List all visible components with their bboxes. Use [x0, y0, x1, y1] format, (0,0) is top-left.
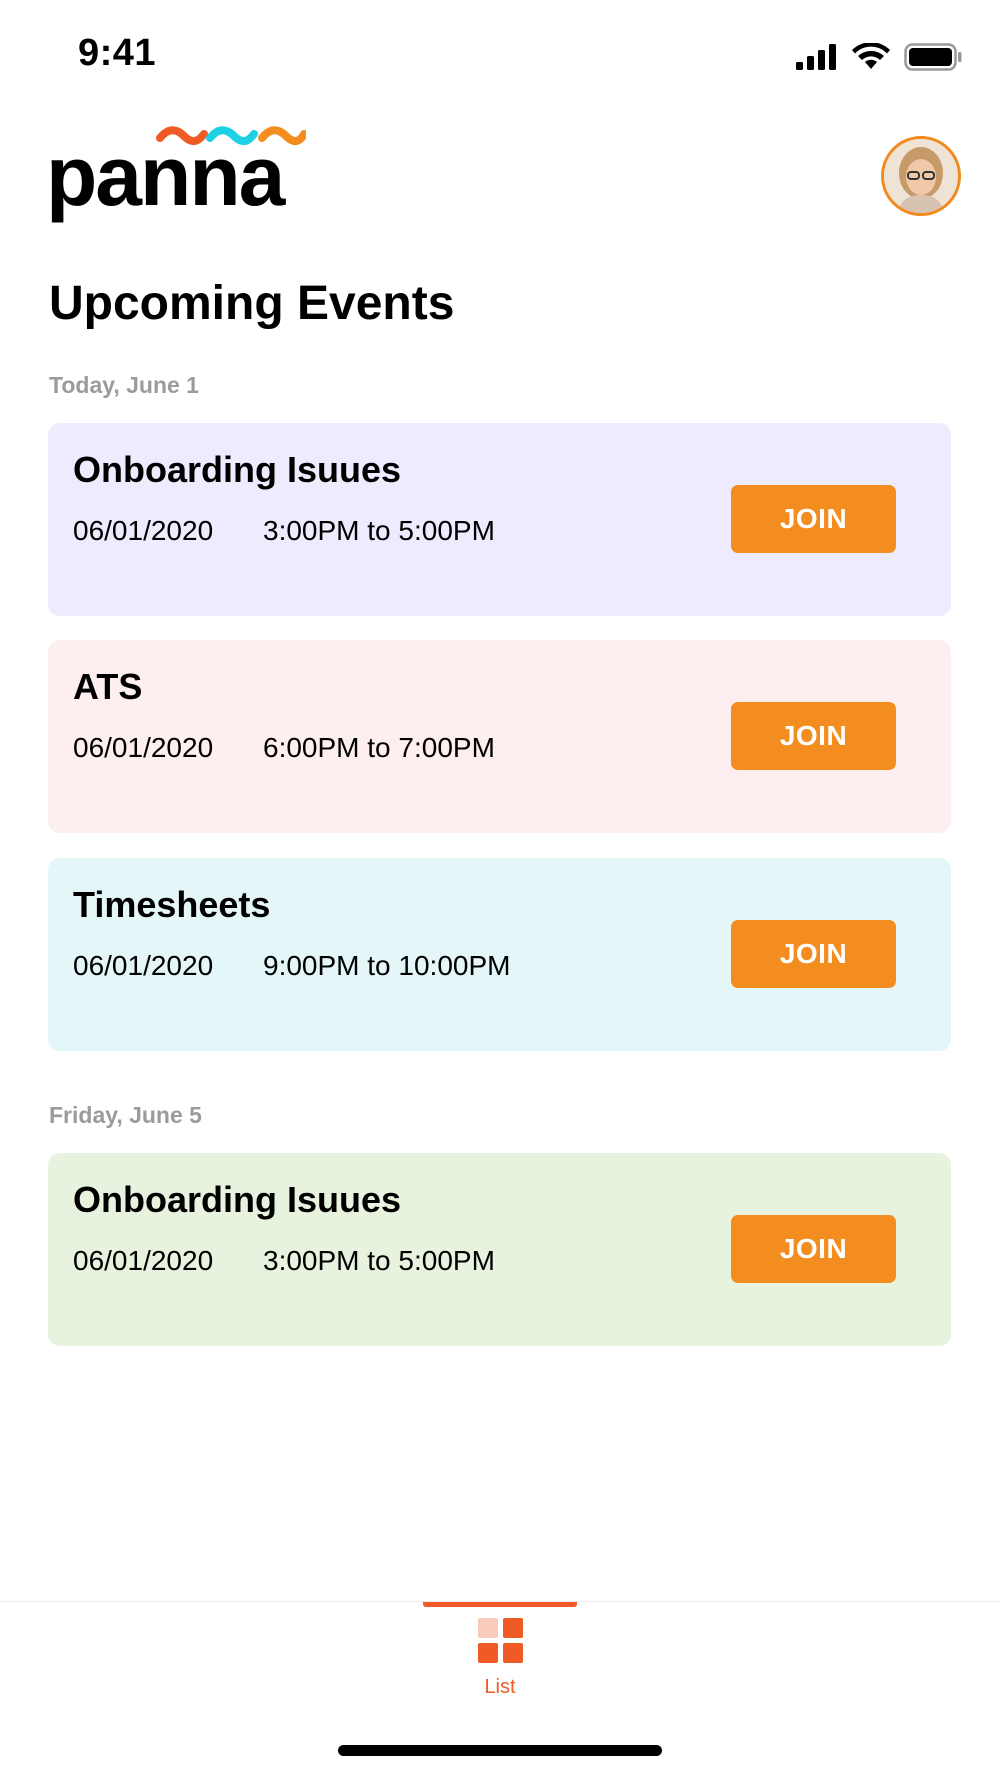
- event-title: Onboarding Isuues: [73, 1179, 402, 1220]
- active-tab-indicator: [423, 1602, 577, 1607]
- avatar[interactable]: [881, 136, 961, 216]
- day-label-today: Today, June 1: [49, 372, 199, 398]
- cellular-signal-icon: [796, 44, 836, 70]
- join-button[interactable]: JOIN: [731, 485, 896, 553]
- status-time: 9:41: [78, 32, 157, 74]
- page-title: Upcoming Events: [49, 277, 455, 330]
- grid-icon: [478, 1618, 523, 1663]
- event-card: ATS 06/01/2020 6:00PM to 7:00PM JOIN: [48, 640, 951, 833]
- event-time: 3:00PM to 5:00PM: [263, 515, 495, 546]
- tab-label: List: [484, 1676, 516, 1698]
- join-button[interactable]: JOIN: [731, 702, 896, 770]
- day-label-friday: Friday, June 5: [49, 1102, 202, 1128]
- event-time: 6:00PM to 7:00PM: [263, 732, 495, 763]
- event-title: Timesheets: [73, 884, 271, 925]
- wifi-icon: [852, 43, 890, 69]
- join-button[interactable]: JOIN: [731, 1215, 896, 1283]
- join-button[interactable]: JOIN: [731, 920, 896, 988]
- user-avatar-icon: [884, 139, 958, 213]
- tab-list[interactable]: List: [460, 1614, 540, 1704]
- status-bar: 9:41: [0, 0, 1000, 100]
- event-date: 06/01/2020: [73, 515, 214, 546]
- home-indicator[interactable]: [338, 1745, 662, 1756]
- event-date: 06/01/2020: [73, 732, 214, 763]
- event-title: ATS: [73, 666, 143, 707]
- event-date: 06/01/2020: [73, 950, 214, 981]
- event-card: Onboarding Isuues 06/01/2020 3:00PM to 5…: [48, 1153, 951, 1346]
- status-icons: [796, 40, 962, 74]
- event-time: 3:00PM to 5:00PM: [263, 1245, 495, 1276]
- battery-icon: [904, 43, 962, 71]
- tab-bar: List: [0, 1602, 1000, 1778]
- logo-wordmark: panna: [46, 129, 285, 223]
- event-card: Timesheets 06/01/2020 9:00PM to 10:00PM …: [48, 858, 951, 1051]
- event-time: 9:00PM to 10:00PM: [263, 950, 511, 981]
- event-date: 06/01/2020: [73, 1245, 214, 1276]
- event-card: Onboarding Isuues 06/01/2020 3:00PM to 5…: [48, 423, 951, 616]
- panna-logo: panna: [46, 126, 306, 222]
- event-title: Onboarding Isuues: [73, 449, 402, 490]
